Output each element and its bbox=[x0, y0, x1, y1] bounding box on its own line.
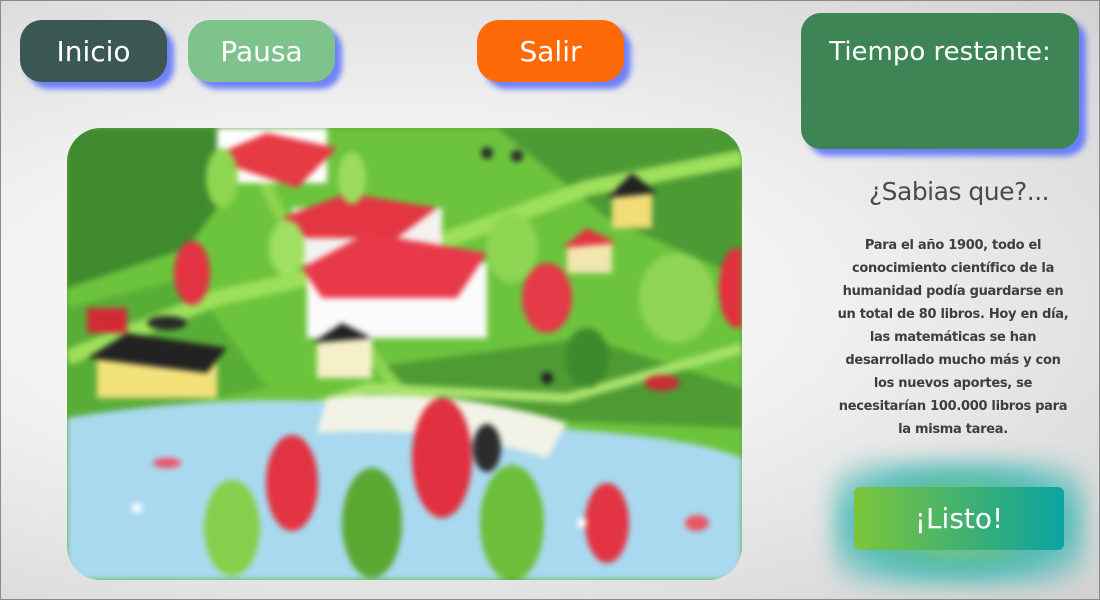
exit-button[interactable]: Salir bbox=[477, 20, 624, 82]
start-button[interactable]: Inicio bbox=[20, 20, 167, 82]
pause-button[interactable]: Pausa bbox=[188, 20, 335, 82]
timer-panel: Tiempo restante: bbox=[801, 13, 1079, 149]
ready-button[interactable]: ¡Listo! bbox=[854, 487, 1064, 550]
game-screen: Inicio Pausa Salir Tiempo restante: ¿Sab… bbox=[0, 0, 1100, 600]
village-lake-illustration bbox=[67, 128, 742, 580]
timer-label: Tiempo restante: bbox=[829, 37, 1051, 67]
hidden-object-scene[interactable] bbox=[67, 128, 742, 580]
fact-body: Para el año 1900, todo el conocimiento c… bbox=[837, 238, 1069, 437]
fact-title: ¿Sabias que?... bbox=[868, 177, 1050, 206]
